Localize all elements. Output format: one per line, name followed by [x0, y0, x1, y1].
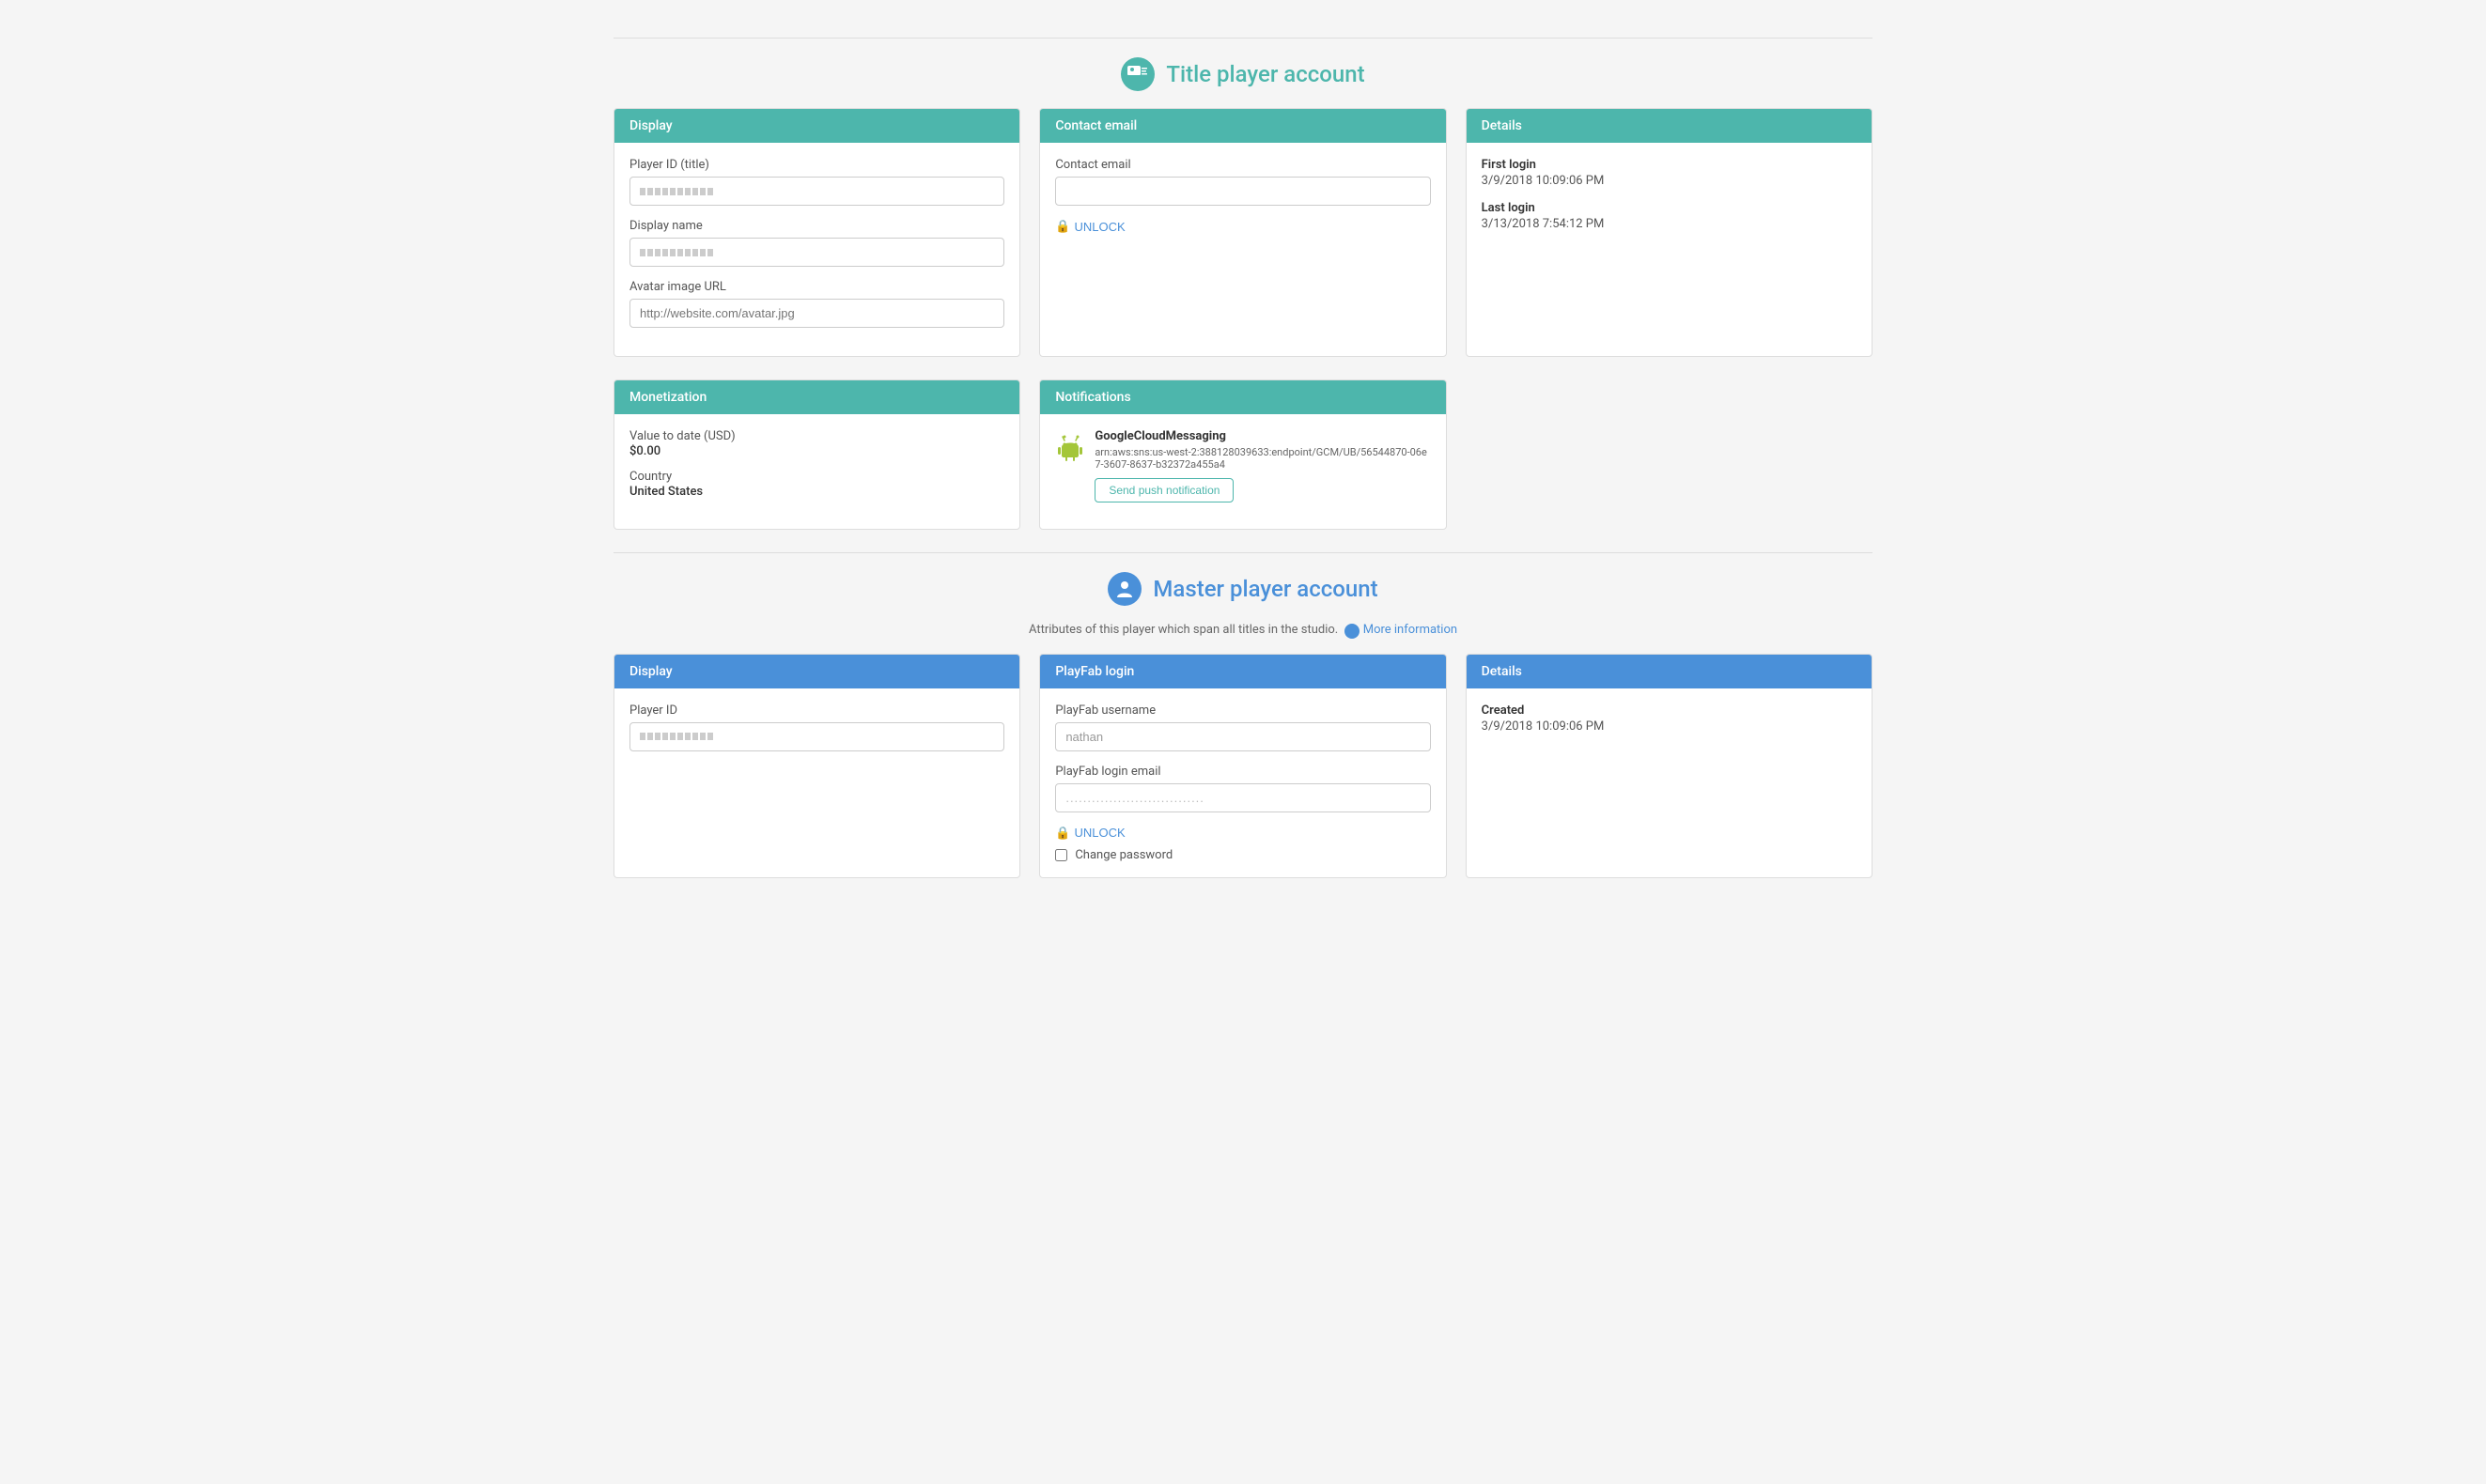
player-id-label: Player ID (title) — [629, 158, 1004, 172]
last-login-item: Last login 3/13/2018 7:54:12 PM — [1482, 201, 1857, 231]
master-section-subtitle: Attributes of this player which span all… — [614, 623, 1872, 639]
avatar-url-label: Avatar image URL — [629, 280, 1004, 294]
details-card-body: First login 3/9/2018 10:09:06 PM Last lo… — [1467, 143, 1872, 259]
master-display-body: Player ID — [614, 688, 1019, 780]
monetization-header: Monetization — [614, 380, 1019, 414]
player-id-input[interactable] — [629, 177, 1004, 206]
first-login-value: 3/9/2018 10:09:06 PM — [1482, 174, 1857, 188]
notification-service-name: GoogleCloudMessaging — [1095, 429, 1430, 443]
contact-email-label: Contact email — [1055, 158, 1430, 172]
display-card-header: Display — [614, 109, 1019, 143]
playfab-username-input[interactable] — [1055, 722, 1430, 751]
display-card: Display Player ID (title) Display name A… — [614, 108, 1020, 357]
master-player-id-label: Player ID — [629, 703, 1004, 718]
title-section-header: Title player account — [614, 38, 1872, 91]
master-display-header: Display — [614, 655, 1019, 688]
master-details-body: Created 3/9/2018 10:09:06 PM — [1467, 688, 1872, 762]
value-to-date-item: Value to date (USD) $0.00 — [629, 429, 1004, 458]
first-login-label: First login — [1482, 158, 1857, 172]
empty-col — [1466, 379, 1872, 530]
playfab-login-header: PlayFab login — [1040, 655, 1445, 688]
master-cards-grid: Display Player ID PlayFab login PlayFab … — [614, 654, 1872, 878]
playfab-email-label: PlayFab login email — [1055, 765, 1430, 779]
first-login-item: First login 3/9/2018 10:09:06 PM — [1482, 158, 1857, 188]
created-label: Created — [1482, 703, 1857, 718]
master-details-header: Details — [1467, 655, 1872, 688]
send-push-button[interactable]: Send push notification — [1095, 478, 1234, 502]
contact-unlock-button[interactable]: 🔒 UNLOCK — [1055, 219, 1125, 234]
page-container: Title player account Display Player ID (… — [585, 0, 1901, 920]
country-label: Country — [629, 470, 1004, 484]
second-cards-grid: Monetization Value to date (USD) $0.00 C… — [614, 379, 1872, 530]
change-password-label: Change password — [1075, 848, 1173, 862]
lock-icon: 🔒 — [1055, 219, 1070, 234]
last-login-label: Last login — [1482, 201, 1857, 215]
playfab-lock-icon: 🔒 — [1055, 826, 1070, 841]
master-details-card: Details Created 3/9/2018 10:09:06 PM — [1466, 654, 1872, 878]
country-item: Country United States — [629, 470, 1004, 499]
title-section-title: Title player account — [1166, 61, 1364, 87]
android-icon — [1055, 431, 1085, 461]
notification-arn: arn:aws:sns:us-west-2:388128039633:endpo… — [1095, 446, 1430, 471]
more-info-icon[interactable]: i — [1344, 624, 1360, 639]
avatar-url-field-group: Avatar image URL — [629, 280, 1004, 328]
contact-email-header: Contact email — [1040, 109, 1445, 143]
notifications-card: Notifications — [1039, 379, 1446, 530]
contact-email-input[interactable] — [1055, 177, 1430, 206]
contact-email-card: Contact email Contact email 🔒 UNLOCK — [1039, 108, 1446, 357]
master-player-id-input[interactable] — [629, 722, 1004, 751]
contact-email-body: Contact email 🔒 UNLOCK — [1040, 143, 1445, 249]
display-name-label: Display name — [629, 219, 1004, 233]
master-display-card: Display Player ID — [614, 654, 1020, 878]
master-subtitle-text: Attributes of this player which span all… — [1029, 623, 1338, 637]
more-info-link[interactable]: More information — [1363, 623, 1457, 637]
avatar-url-input[interactable] — [629, 299, 1004, 328]
change-password-checkbox[interactable] — [1055, 849, 1067, 861]
notification-content: GoogleCloudMessaging arn:aws:sns:us-west… — [1095, 429, 1430, 502]
top-cards-grid: Display Player ID (title) Display name A… — [614, 108, 1872, 357]
display-name-input[interactable] — [629, 238, 1004, 267]
title-player-icon — [1121, 57, 1155, 91]
contact-unlock-label: UNLOCK — [1075, 220, 1126, 234]
playfab-email-input[interactable] — [1055, 783, 1430, 812]
player-id-field-group: Player ID (title) — [629, 158, 1004, 206]
display-name-field-group: Display name — [629, 219, 1004, 267]
master-section-title: Master player account — [1153, 576, 1377, 602]
playfab-email-group: PlayFab login email — [1055, 765, 1430, 812]
playfab-username-group: PlayFab username — [1055, 703, 1430, 751]
contact-email-field-group: Contact email — [1055, 158, 1430, 206]
value-to-date-label: Value to date (USD) — [629, 429, 1004, 443]
playfab-unlock-button[interactable]: 🔒 UNLOCK — [1055, 826, 1125, 841]
monetization-card: Monetization Value to date (USD) $0.00 C… — [614, 379, 1020, 530]
display-card-body: Player ID (title) Display name Avatar im… — [614, 143, 1019, 356]
value-to-date-amount: $0.00 — [629, 444, 1004, 458]
playfab-unlock-label: UNLOCK — [1075, 826, 1126, 840]
created-value: 3/9/2018 10:09:06 PM — [1482, 719, 1857, 734]
details-card: Details First login 3/9/2018 10:09:06 PM… — [1466, 108, 1872, 357]
change-password-row: Change password — [1055, 848, 1430, 862]
created-item: Created 3/9/2018 10:09:06 PM — [1482, 703, 1857, 734]
country-value: United States — [629, 485, 1004, 499]
last-login-value: 3/13/2018 7:54:12 PM — [1482, 217, 1857, 231]
master-section-header: Master player account — [614, 552, 1872, 606]
master-player-icon — [1108, 572, 1142, 606]
notifications-body: GoogleCloudMessaging arn:aws:sns:us-west… — [1040, 414, 1445, 529]
playfab-login-body: PlayFab username PlayFab login email 🔒 U… — [1040, 688, 1445, 877]
playfab-username-label: PlayFab username — [1055, 703, 1430, 718]
monetization-body: Value to date (USD) $0.00 Country United… — [614, 414, 1019, 525]
master-player-id-group: Player ID — [629, 703, 1004, 751]
playfab-login-card: PlayFab login PlayFab username PlayFab l… — [1039, 654, 1446, 878]
notification-item-gcm: GoogleCloudMessaging arn:aws:sns:us-west… — [1055, 429, 1430, 502]
notifications-header: Notifications — [1040, 380, 1445, 414]
details-card-header: Details — [1467, 109, 1872, 143]
